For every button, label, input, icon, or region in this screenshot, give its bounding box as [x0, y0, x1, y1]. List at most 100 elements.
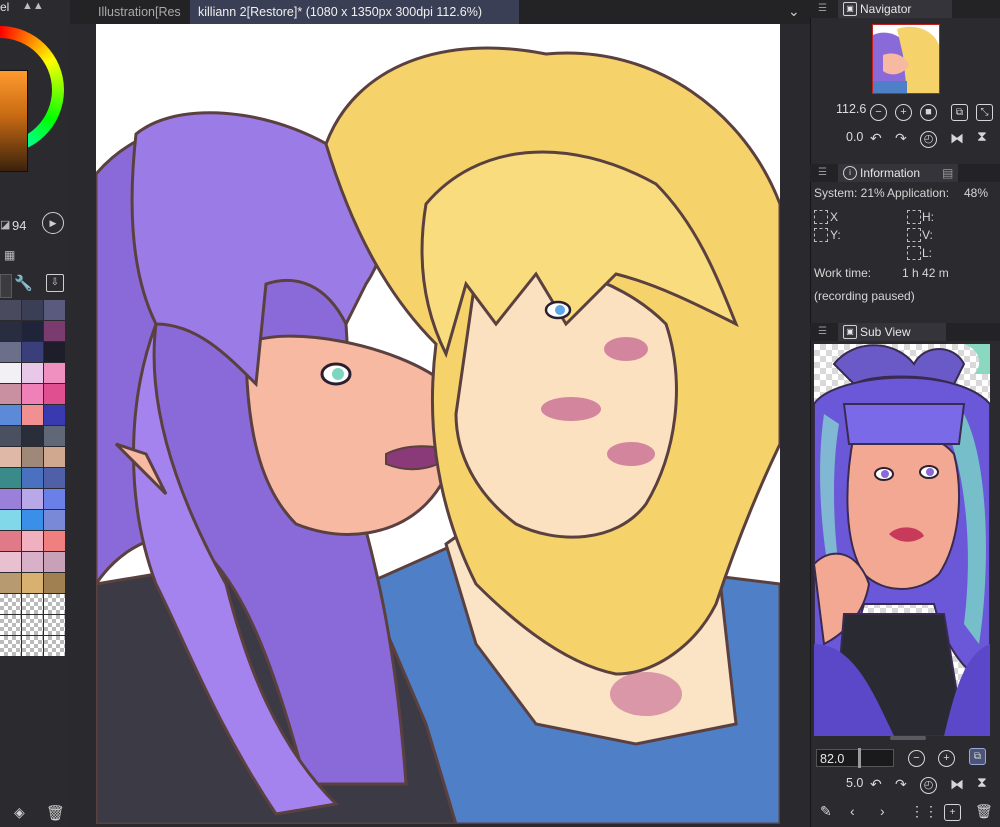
- flip-horizontal-icon[interactable]: ⧓: [950, 130, 964, 146]
- color-swatch[interactable]: [22, 510, 43, 530]
- color-swatch[interactable]: [0, 426, 21, 446]
- wrench-icon[interactable]: 🔧: [14, 274, 33, 292]
- color-swatch[interactable]: [0, 468, 21, 488]
- next-icon[interactable]: ›: [880, 803, 885, 819]
- transparent-swatch[interactable]: [44, 594, 65, 614]
- color-swatch[interactable]: [0, 384, 21, 404]
- eyedropper-icon[interactable]: ✎: [820, 803, 832, 819]
- color-swatch[interactable]: [44, 468, 65, 488]
- import-image-icon[interactable]: +: [944, 804, 961, 821]
- color-swatch[interactable]: [22, 552, 43, 572]
- tab-information[interactable]: i Information: [838, 164, 958, 182]
- color-panel-tab-label[interactable]: el: [0, 0, 9, 14]
- color-swatch[interactable]: [22, 531, 43, 551]
- navigator-thumbnail[interactable]: [872, 24, 940, 94]
- rotate-right-icon[interactable]: ↷: [895, 130, 907, 146]
- color-swatch[interactable]: [22, 300, 43, 320]
- fit-icon[interactable]: ■: [920, 104, 937, 121]
- color-swatch[interactable]: [0, 573, 21, 593]
- palette-scroll-button[interactable]: [0, 274, 12, 298]
- color-swatch[interactable]: [44, 342, 65, 362]
- rotate-right-icon[interactable]: ↷: [895, 776, 907, 792]
- color-swatch[interactable]: [44, 510, 65, 530]
- grip-icon[interactable]: ☰: [818, 326, 827, 337]
- fit-window-icon[interactable]: ⤡: [976, 104, 993, 121]
- color-swatch[interactable]: [0, 342, 21, 362]
- panel-tab-icon[interactable]: ▲▲: [22, 0, 44, 14]
- color-swatch[interactable]: [0, 531, 21, 551]
- fit-window-icon[interactable]: ⧉: [969, 748, 986, 765]
- zoom-in-icon[interactable]: +: [938, 750, 955, 767]
- color-swatch[interactable]: [44, 300, 65, 320]
- color-swatch[interactable]: [22, 363, 43, 383]
- grip-icon[interactable]: ☰: [818, 3, 827, 14]
- color-swatch[interactable]: [0, 552, 21, 572]
- opacity-value[interactable]: 94: [12, 218, 26, 233]
- previous-icon[interactable]: ‹: [850, 803, 855, 819]
- palette-tab-icon[interactable]: ▦: [4, 248, 15, 262]
- transparent-swatch[interactable]: [22, 636, 43, 656]
- color-swatch[interactable]: [44, 552, 65, 572]
- color-swatch[interactable]: [44, 489, 65, 509]
- color-swatch[interactable]: [22, 321, 43, 341]
- flip-vertical-icon[interactable]: ⧗: [977, 128, 987, 144]
- color-swatch[interactable]: [44, 384, 65, 404]
- color-swatch[interactable]: [22, 405, 43, 425]
- tab-killiann-2[interactable]: killiann 2[Restore]* (1080 x 1350px 300d…: [190, 0, 519, 24]
- actual-size-icon[interactable]: ⧉: [951, 104, 968, 121]
- subview-reference-image[interactable]: [814, 344, 990, 736]
- fill-icon[interactable]: ◈: [14, 804, 25, 821]
- chevron-down-icon[interactable]: ⌄: [788, 3, 800, 20]
- color-swatch[interactable]: [44, 573, 65, 593]
- color-swatch[interactable]: [22, 342, 43, 362]
- rotate-left-icon[interactable]: ↶: [870, 776, 882, 792]
- color-swatch[interactable]: [22, 573, 43, 593]
- flip-vertical-icon[interactable]: ⧗: [977, 774, 987, 790]
- color-swatch[interactable]: [0, 447, 21, 467]
- color-swatch[interactable]: [22, 384, 43, 404]
- transparent-swatch[interactable]: [44, 615, 65, 635]
- color-swatch[interactable]: [0, 405, 21, 425]
- color-swatch[interactable]: [22, 489, 43, 509]
- transparent-swatch[interactable]: [0, 636, 21, 656]
- color-swatch[interactable]: [0, 489, 21, 509]
- subview-zoom-slider[interactable]: [858, 748, 861, 768]
- grip-icon[interactable]: ☰: [818, 167, 827, 178]
- rotate-left-icon[interactable]: ↶: [870, 130, 882, 146]
- color-swatch[interactable]: [0, 300, 21, 320]
- flip-horizontal-icon[interactable]: ⧓: [950, 776, 964, 792]
- trash-icon[interactable]: 🗑: [975, 803, 993, 819]
- transparent-swatch[interactable]: [44, 636, 65, 656]
- color-swatch[interactable]: [0, 363, 21, 383]
- transparent-swatch[interactable]: [0, 594, 21, 614]
- reset-rotation-icon[interactable]: ◴: [920, 131, 937, 148]
- color-saturation-square[interactable]: [0, 70, 28, 172]
- tab-navigator[interactable]: ▣ Navigator: [838, 0, 952, 18]
- navigator-zoom-value[interactable]: 112.6: [836, 102, 866, 116]
- zoom-out-icon[interactable]: −: [908, 750, 925, 767]
- subview-rotation-value[interactable]: 5.0: [846, 776, 863, 790]
- color-swatch[interactable]: [22, 447, 43, 467]
- color-swatch[interactable]: [22, 468, 43, 488]
- color-swatch[interactable]: [44, 363, 65, 383]
- color-swatch[interactable]: [44, 405, 65, 425]
- drawing-canvas[interactable]: [96, 24, 780, 824]
- grid-icon[interactable]: ⋮⋮: [910, 803, 938, 819]
- tab-sub-view[interactable]: ▣ Sub View: [838, 323, 946, 341]
- tab-illustration[interactable]: Illustration[Res: [90, 0, 201, 24]
- histogram-tab-icon[interactable]: ▤: [942, 166, 953, 180]
- reset-rotation-icon[interactable]: ◴: [920, 777, 937, 794]
- color-swatch[interactable]: [0, 321, 21, 341]
- color-swatch[interactable]: [44, 447, 65, 467]
- color-swatch[interactable]: [44, 321, 65, 341]
- color-swatch[interactable]: [44, 531, 65, 551]
- zoom-in-icon[interactable]: +: [895, 104, 912, 121]
- transparent-swatch[interactable]: [0, 615, 21, 635]
- trash-icon[interactable]: 🗑: [46, 804, 65, 822]
- import-icon[interactable]: ⇩: [46, 274, 64, 292]
- color-swatch[interactable]: [44, 426, 65, 446]
- subview-zoom-field[interactable]: 82.0: [816, 749, 894, 767]
- navigator-rotation-value[interactable]: 0.0: [846, 130, 863, 144]
- play-icon[interactable]: ▶: [42, 212, 64, 234]
- transparent-swatch[interactable]: [22, 594, 43, 614]
